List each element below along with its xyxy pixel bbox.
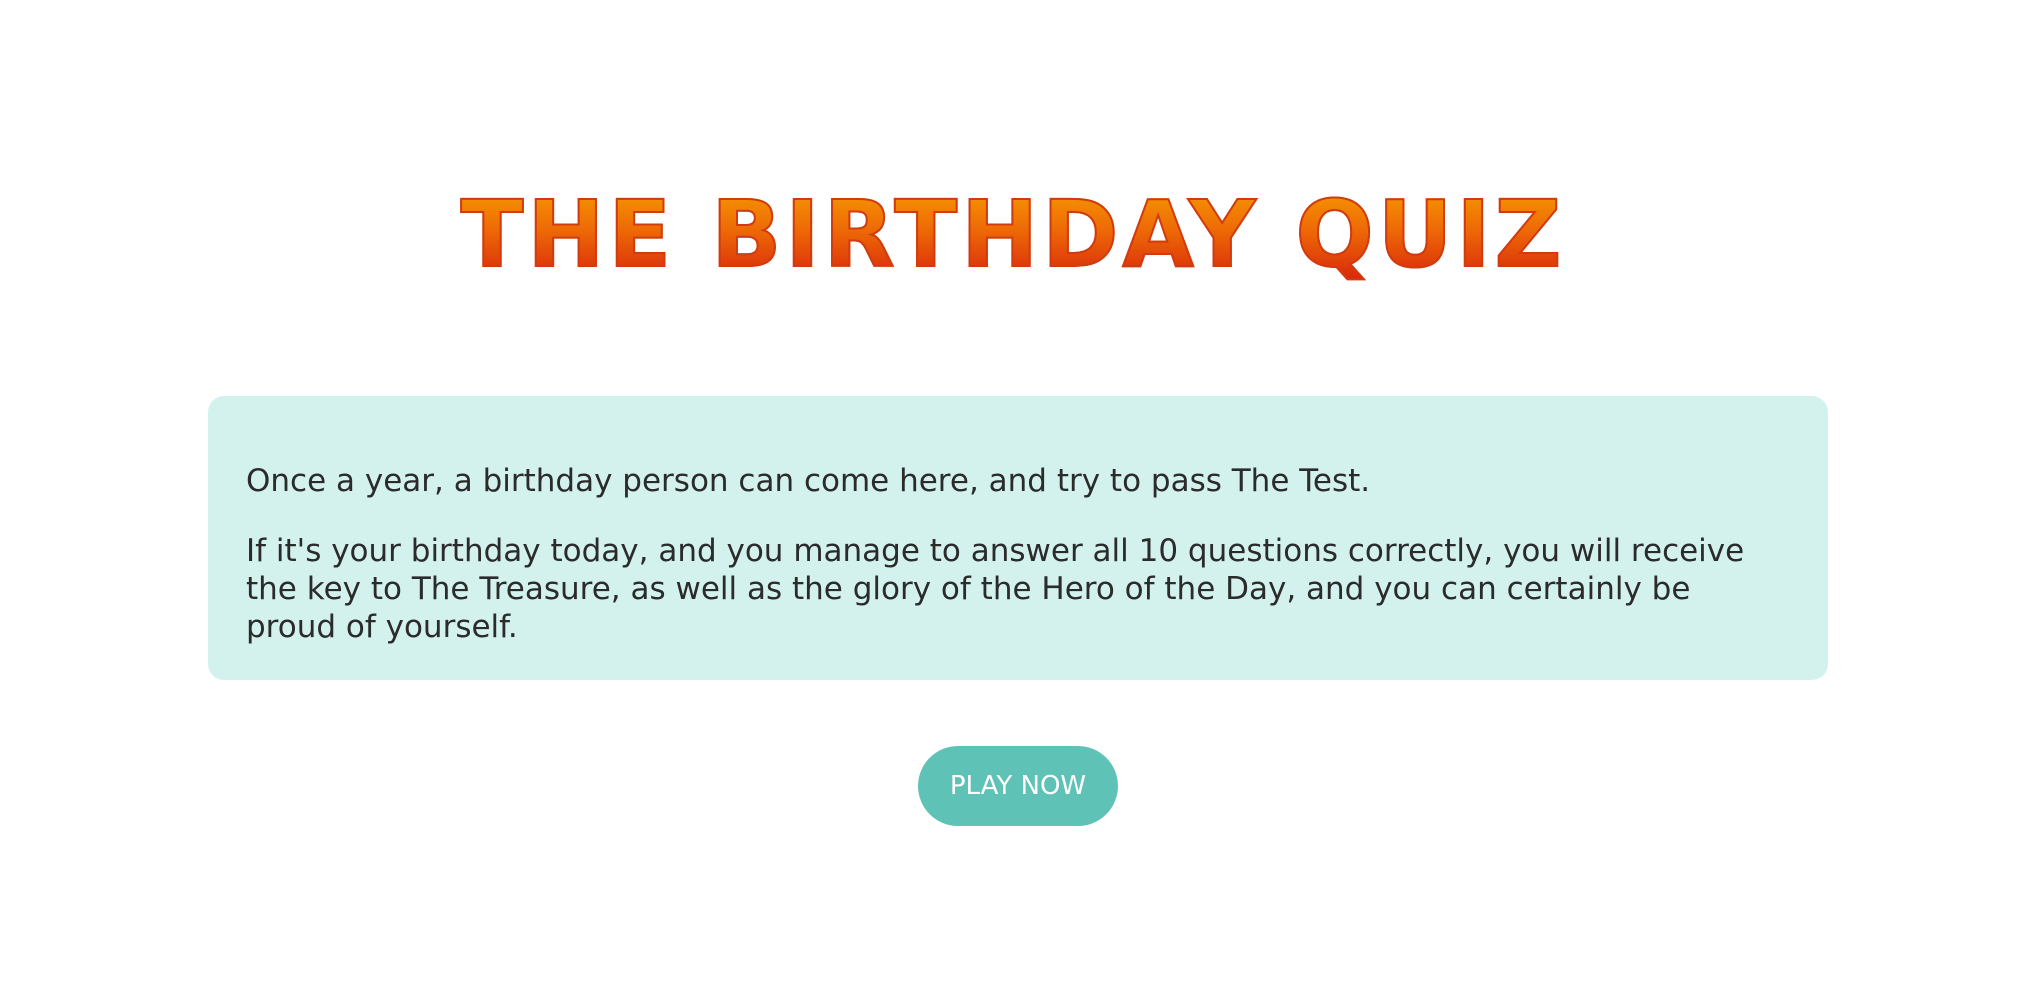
header: THE BIRTHDAY QUIZ — [0, 118, 2026, 289]
intro-paragraph-2: If it's your birthday today, and you man… — [246, 533, 1745, 645]
intro-card: Once a year, a birthday person can come … — [208, 396, 1828, 680]
intro-paragraph-1: Once a year, a birthday person can come … — [246, 463, 1371, 499]
page-title: THE BIRTHDAY QUIZ — [460, 180, 1566, 289]
play-now-button[interactable]: PLAY NOW — [918, 746, 1118, 826]
